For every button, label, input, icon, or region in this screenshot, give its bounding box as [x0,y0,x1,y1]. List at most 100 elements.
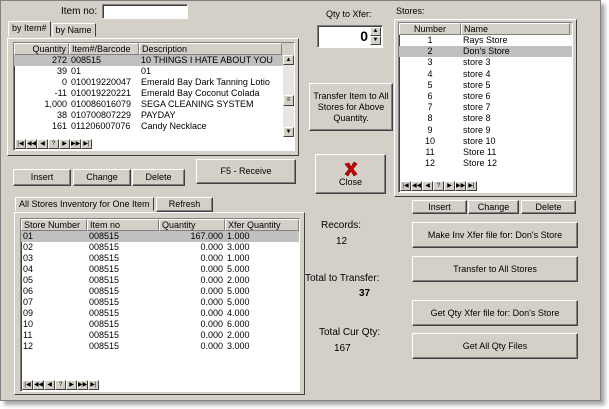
next-page-button[interactable]: ▶▶ [70,139,81,149]
item-no-input[interactable] [102,4,188,19]
item-grid-scrollbar[interactable]: ▲ ≡ ▼ [283,55,294,137]
store-insert-button[interactable]: Insert [412,200,467,214]
inventory-tabs: All Stores Inventory for One Item [15,197,155,211]
table-row[interactable]: 10 008515 0.000 6.000 [21,319,299,330]
col-quantity[interactable]: Quantity [14,43,69,55]
table-row[interactable]: 12 Store 12 [399,158,572,169]
table-row[interactable]: 1,000 010086016079 SEGA CLEANING SYSTEM [14,99,294,110]
table-row[interactable]: 03 008515 0.000 1.000 [21,253,299,264]
next-record-button[interactable]: ▶ [59,139,70,149]
last-record-button[interactable]: ▶| [88,380,99,390]
table-row[interactable]: 8 store 8 [399,113,572,124]
table-row[interactable]: 3 store 3 [399,57,572,68]
table-row[interactable]: 04 008515 0.000 5.000 [21,264,299,275]
store-change-button[interactable]: Change [468,200,519,214]
prior-record-button[interactable]: ◀ [37,139,48,149]
scroll-up-button[interactable]: ▲ [283,55,294,65]
table-row[interactable]: 5 store 5 [399,80,572,91]
table-row[interactable]: 09 008515 0.000 4.000 [21,308,299,319]
col-store-name[interactable]: Name [461,23,570,35]
qty-down-button[interactable]: ▼ [370,36,381,45]
first-record-button[interactable]: |◀ [400,181,411,191]
table-row[interactable]: 2 Don's Store [399,46,572,58]
table-row[interactable]: 11 Store 11 [399,147,572,158]
lookup-button[interactable]: ? [55,380,66,390]
col-inv-xfer-quantity[interactable]: Xfer Quantity [225,219,299,231]
cell-inv-xfer: 3.000 [227,242,250,252]
last-record-button[interactable]: ▶| [81,139,92,149]
table-row[interactable]: 10 store 10 [399,136,572,147]
next-page-button[interactable]: ▶▶ [455,181,466,191]
table-row[interactable]: 0 010019220047 Emerald Bay Dark Tanning Lo… [14,77,294,88]
table-row[interactable]: 9 store 9 [399,125,572,136]
qty-up-button[interactable]: ▲ [370,27,381,36]
table-row[interactable]: 4 store 4 [399,69,572,80]
table-row[interactable]: 7 store 7 [399,102,572,113]
cell-barcode: 011206007076 [71,121,131,131]
table-row[interactable]: 05 008515 0.000 2.000 [21,275,299,286]
transfer-item-all-stores-button[interactable]: Transfer Item to All Stores for Above Qu… [309,83,393,131]
cell-description: 01 [141,66,152,76]
cell-store-name: store 9 [463,124,491,135]
table-row[interactable]: 1 Rays Store [399,35,572,46]
cell-quantity: 1,000 [44,99,67,109]
cell-inv-item: 008515 [89,264,120,274]
store-delete-button[interactable]: Delete [521,200,576,214]
table-row[interactable]: 39 01 01 [14,66,294,77]
cell-inv-xfer: 5.000 [227,286,250,296]
table-row[interactable]: 11 008515 0.000 2.000 [21,330,299,341]
tab-by-name[interactable]: by Name [51,23,96,37]
table-row[interactable]: 161 011206007076 Candy Necklace [14,121,294,132]
get-qty-xfer-button[interactable]: Get Qty Xfer file for: Don's Store [412,300,578,326]
col-description[interactable]: Description [139,43,282,55]
transfer-to-all-stores-button[interactable]: Transfer to All Stores [412,256,578,282]
scroll-down-button[interactable]: ▼ [283,127,294,137]
first-record-button[interactable]: |◀ [22,380,33,390]
get-all-qty-files-button[interactable]: Get All Qty Files [412,333,578,359]
cell-inv-xfer: 5.000 [227,264,250,274]
refresh-button[interactable]: Refresh [156,197,213,212]
tab-all-stores-inventory[interactable]: All Stores Inventory for One Item [15,197,154,211]
cell-inv-qty: 0.000 [200,286,223,296]
prior-page-button[interactable]: ◀◀ [411,181,422,191]
last-record-button[interactable]: ▶| [466,181,477,191]
col-inv-quantity[interactable]: Quantity [159,219,225,231]
col-barcode[interactable]: Item#/Barcode [69,43,139,55]
table-row[interactable]: 272 008515 10 THINGS I HATE ABOUT YOU [14,55,294,66]
cell-description: Candy Necklace [141,121,207,131]
first-record-button[interactable]: |◀ [15,139,26,149]
table-row[interactable]: 12 008515 0.000 3.000 [21,341,299,352]
table-row[interactable]: 07 008515 0.000 5.000 [21,297,299,308]
close-button[interactable]: Close [315,154,386,194]
prior-record-button[interactable]: ◀ [44,380,55,390]
col-inv-store-number[interactable]: Store Number [21,219,87,231]
table-row[interactable]: 02 008515 0.000 3.000 [21,242,299,253]
prior-page-button[interactable]: ◀◀ [26,139,37,149]
table-row[interactable]: 38 010700807229 PAYDAY [14,110,294,121]
item-change-button[interactable]: Change [73,169,131,186]
qty-xfer-stepper[interactable]: 0 ▲ ▼ [317,25,383,48]
col-store-number[interactable]: Number [399,23,461,35]
cell-barcode: 008515 [71,55,102,65]
table-row[interactable]: 01 008515 167.000 1.000 [21,231,299,242]
next-record-button[interactable]: ▶ [444,181,455,191]
lookup-button[interactable]: ? [433,181,444,191]
prior-page-button[interactable]: ◀◀ [33,380,44,390]
next-page-button[interactable]: ▶▶ [77,380,88,390]
item-insert-button[interactable]: Insert [13,169,71,186]
lookup-button[interactable]: ? [48,139,59,149]
f5-receive-button[interactable]: F5 - Receive [196,159,296,184]
col-inv-item-no[interactable]: Item no [87,219,159,231]
make-inv-xfer-button[interactable]: Make Inv Xfer file for: Don's Store [412,222,578,248]
table-row[interactable]: 6 store 6 [399,91,572,102]
tab-by-item[interactable]: by Item# [8,21,51,37]
cell-inv-item: 008515 [89,308,120,318]
next-record-button[interactable]: ▶ [66,380,77,390]
item-delete-button[interactable]: Delete [132,169,185,186]
cell-store-number: 2 [427,46,433,57]
table-row[interactable]: 06 008515 0.000 5.000 [21,286,299,297]
prior-record-button[interactable]: ◀ [422,181,433,191]
cell-inv-item: 008515 [89,275,120,285]
scroll-thumb[interactable]: ≡ [283,95,294,106]
table-row[interactable]: -11 010019220221 Emerald Bay Coconut Colad… [14,88,294,99]
